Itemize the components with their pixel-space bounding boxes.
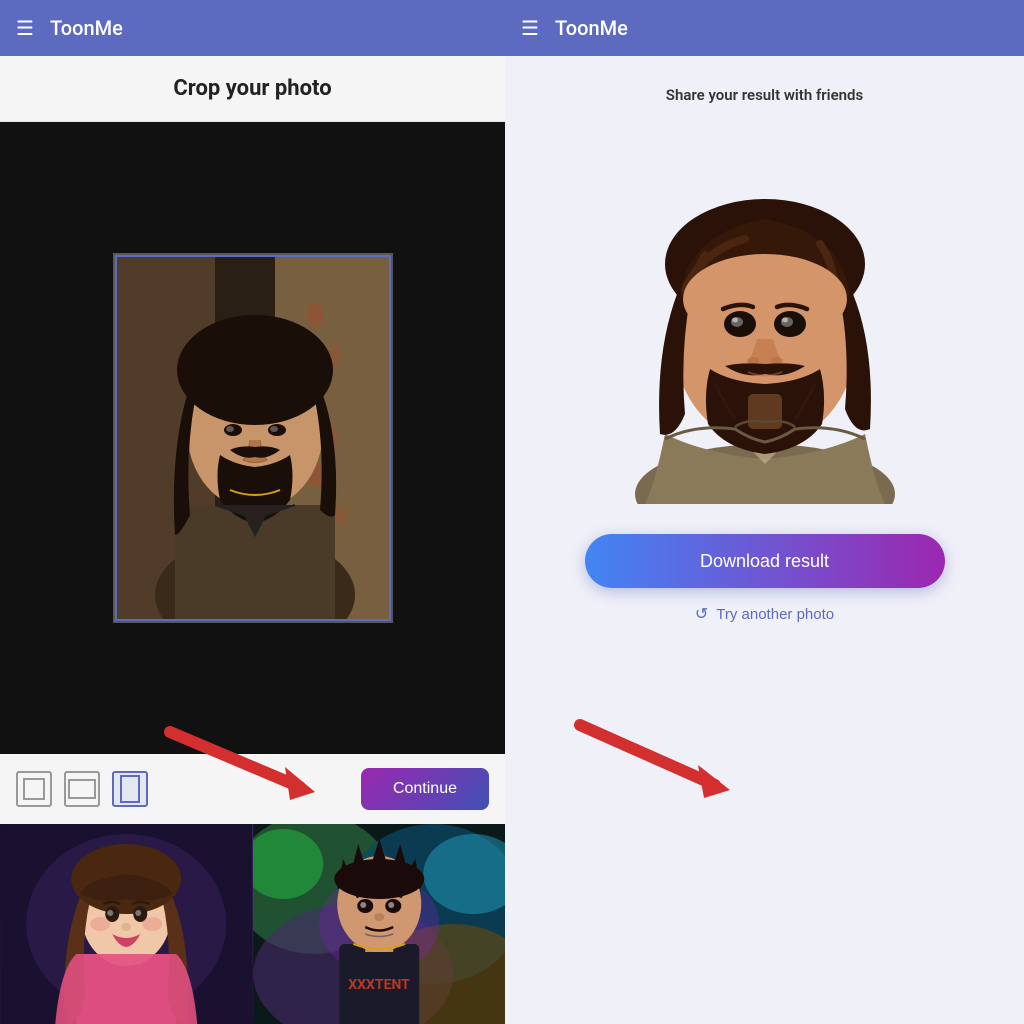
- gallery-2-svg: XXXTENT: [253, 824, 506, 1024]
- hamburger-icon[interactable]: ☰: [16, 16, 34, 40]
- try-another-label: Try another photo: [716, 606, 834, 623]
- photo-canvas: [113, 253, 393, 623]
- right-app-bar: ☰ ToonMe: [505, 0, 1024, 56]
- gallery-item-1[interactable]: [0, 824, 253, 1024]
- aspect-ratio-buttons: [16, 771, 148, 807]
- aspect-9-16-button[interactable]: [112, 771, 148, 807]
- photo-svg: [115, 255, 393, 623]
- app-container: ☰ ToonMe Crop your photo: [0, 0, 1024, 1024]
- right-panel-wrapper: ☰ ToonMe Share your result with friends: [505, 0, 1024, 1024]
- left-app-bar: ☰ ToonMe: [0, 0, 505, 56]
- crop-area[interactable]: [0, 122, 505, 754]
- try-another-button[interactable]: ↺ Try another photo: [695, 604, 834, 624]
- gallery-girl: [0, 824, 253, 1024]
- refresh-icon: ↺: [695, 604, 708, 624]
- aspect-16-9-icon: [68, 779, 96, 799]
- gallery-item-2[interactable]: XXXTENT: [253, 824, 506, 1024]
- gallery-1-svg: [0, 824, 253, 1024]
- left-panel-wrapper: ☰ ToonMe Crop your photo: [0, 0, 505, 1024]
- photo-wrapper: [113, 253, 393, 623]
- svg-text:XXXTENT: XXXTENT: [348, 977, 410, 993]
- aspect-16-9-button[interactable]: [64, 771, 100, 807]
- share-text: Share your result with friends: [666, 86, 863, 104]
- crop-title: Crop your photo: [173, 76, 331, 101]
- toon-svg: [605, 124, 925, 504]
- toon-result-image: [605, 124, 925, 504]
- aspect-9-16-icon: [120, 775, 140, 803]
- right-hamburger-icon[interactable]: ☰: [521, 16, 539, 40]
- aspect-1-1-icon: [23, 778, 45, 800]
- crop-controls: Continue: [0, 754, 505, 824]
- crop-header: Crop your photo: [0, 56, 505, 122]
- aspect-1-1-button[interactable]: [16, 771, 52, 807]
- right-app-title: ToonMe: [555, 16, 628, 40]
- download-button[interactable]: Download result: [585, 534, 945, 588]
- continue-button[interactable]: Continue: [361, 768, 489, 810]
- right-panel: ☰ ToonMe Share your result with friends: [505, 0, 1024, 1024]
- left-app-title: ToonMe: [50, 16, 123, 40]
- gallery-graffiti: XXXTENT: [253, 824, 506, 1024]
- gallery-strip: XXXTENT: [0, 824, 505, 1024]
- left-panel: ☰ ToonMe Crop your photo: [0, 0, 505, 1024]
- result-content: Share your result with friends: [505, 56, 1024, 1024]
